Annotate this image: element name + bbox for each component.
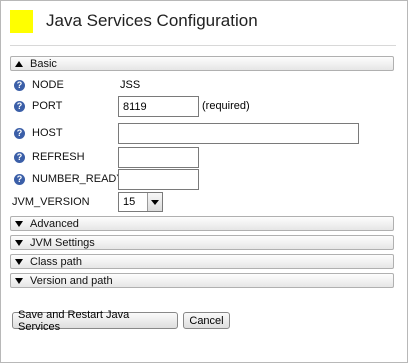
host-label: HOST bbox=[32, 127, 63, 139]
jvm-version-selected: 15 bbox=[123, 196, 136, 208]
port-label: PORT bbox=[32, 100, 63, 112]
port-input[interactable]: 8119 bbox=[118, 96, 199, 117]
help-icon[interactable]: ? bbox=[14, 173, 25, 185]
section-version-and-path-header[interactable]: Version and path bbox=[10, 273, 394, 288]
expand-icon bbox=[15, 239, 23, 246]
section-label: Class path bbox=[30, 255, 82, 268]
collapse-icon bbox=[15, 60, 23, 67]
section-advanced-header[interactable]: Advanced bbox=[10, 216, 394, 231]
expand-icon bbox=[15, 220, 23, 227]
refresh-input[interactable] bbox=[118, 147, 199, 168]
help-icon[interactable]: ? bbox=[14, 151, 25, 163]
expand-icon bbox=[15, 277, 23, 284]
number-ready-input[interactable] bbox=[118, 169, 199, 190]
logo-icon bbox=[10, 9, 33, 33]
expand-icon bbox=[15, 258, 23, 265]
section-jvm-settings-header[interactable]: JVM Settings bbox=[10, 235, 394, 250]
section-basic-header[interactable]: Basic bbox=[10, 56, 394, 71]
field-jvm-version: JVM_VERSION 15 bbox=[12, 191, 163, 213]
field-port: ? PORT 8119 (required) bbox=[14, 95, 250, 117]
page-title: Java Services Configuration bbox=[46, 11, 258, 30]
number-ready-label: NUMBER_READY bbox=[32, 173, 124, 185]
node-value: JSS bbox=[120, 79, 141, 91]
section-label: Version and path bbox=[30, 274, 113, 287]
header: Java Services Configuration bbox=[10, 8, 258, 34]
section-label: Advanced bbox=[30, 217, 79, 230]
field-refresh: ? REFRESH bbox=[14, 146, 199, 168]
host-input[interactable] bbox=[118, 123, 359, 144]
divider bbox=[10, 45, 396, 46]
help-icon[interactable]: ? bbox=[14, 79, 25, 91]
help-icon[interactable]: ? bbox=[14, 127, 25, 139]
refresh-label: REFRESH bbox=[32, 151, 85, 163]
save-restart-button[interactable]: Save and Restart Java Services bbox=[12, 309, 178, 333]
help-icon[interactable]: ? bbox=[14, 100, 25, 112]
section-label: Basic bbox=[30, 57, 57, 70]
field-host: ? HOST bbox=[14, 122, 359, 144]
jvm-version-select[interactable]: 15 bbox=[118, 192, 163, 212]
port-required-note: (required) bbox=[202, 100, 250, 112]
jvm-version-label: JVM_VERSION bbox=[12, 196, 90, 208]
field-node: ? NODE JSS bbox=[14, 74, 140, 96]
section-class-path-header[interactable]: Class path bbox=[10, 254, 394, 269]
cancel-button[interactable]: Cancel bbox=[183, 312, 230, 329]
field-number-ready: ? NUMBER_READY bbox=[14, 168, 199, 190]
section-label: JVM Settings bbox=[30, 236, 95, 249]
node-label: NODE bbox=[32, 79, 64, 91]
chevron-down-icon[interactable] bbox=[147, 193, 162, 211]
